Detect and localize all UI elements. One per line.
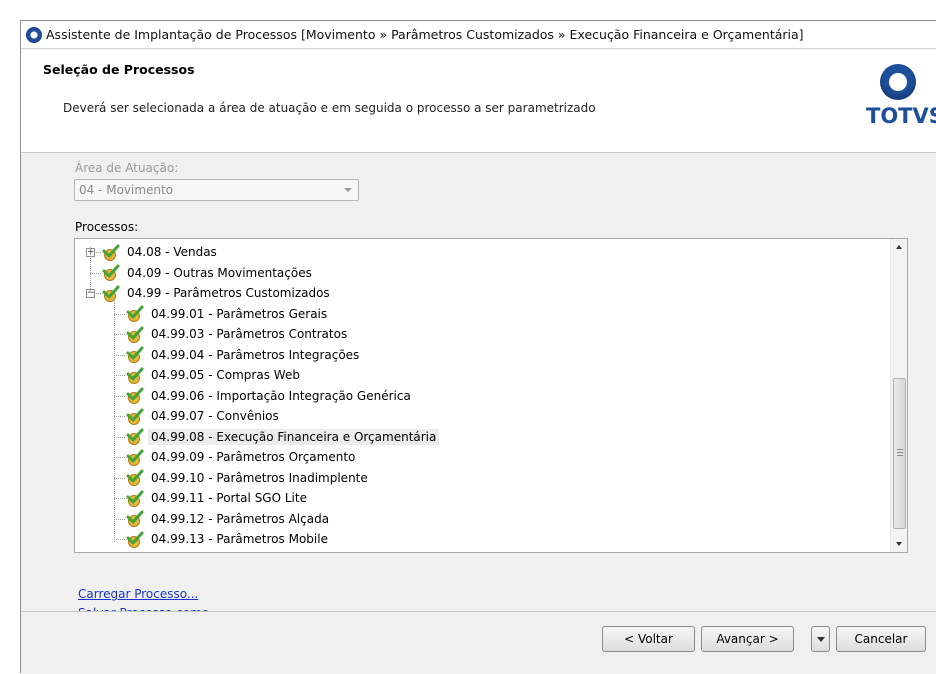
- tree-item-label: 04.99.08 - Execução Financeira e Orçamen…: [148, 428, 440, 445]
- checked-folder-icon[interactable]: [125, 346, 145, 363]
- tree-scrollbar[interactable]: [890, 239, 907, 552]
- tree-item-label: 04.09 - Outras Movimentações: [127, 265, 312, 280]
- checked-folder-icon[interactable]: [125, 531, 145, 548]
- wizard-window: Assistente de Implantação de Processos […: [20, 20, 936, 674]
- totvs-logo: TOTVS: [864, 64, 936, 140]
- page-title: Seleção de Processos: [43, 62, 195, 77]
- tree-item-label: 04.99.04 - Parâmetros Integrações: [151, 347, 360, 362]
- next-button[interactable]: Avançar >: [701, 626, 794, 652]
- tree-connector: [90, 272, 101, 274]
- tree-item[interactable]: 04.99.08 - Execução Financeira e Orçamen…: [125, 427, 440, 447]
- scroll-down-arrow-icon[interactable]: [891, 536, 907, 552]
- load-process-link[interactable]: Carregar Processo...: [78, 587, 198, 601]
- checked-folder-icon[interactable]: [125, 387, 145, 404]
- window-title: Assistente de Implantação de Processos […: [46, 27, 804, 42]
- tree-item-label: 04.08 - Vendas: [127, 245, 217, 259]
- checked-folder-icon[interactable]: [125, 469, 145, 486]
- area-select[interactable]: 04 - Movimento: [74, 179, 359, 201]
- tree-connector: [114, 498, 125, 499]
- tree-connector: [114, 299, 115, 542]
- wizard-content: Área de Atuação: 04 - Movimento Processo…: [21, 154, 936, 620]
- tree-item-label: 04.99.10 - Parâmetros Inadimplente: [151, 470, 368, 485]
- wizard-footer: < Voltar Avançar > Cancelar: [21, 611, 936, 674]
- tree-connector: [114, 518, 125, 520]
- tree-item[interactable]: 04.99.05 - Compras Web: [125, 365, 303, 385]
- logo-ring-icon: [880, 64, 916, 100]
- title-bar: Assistente de Implantação de Processos […: [21, 21, 936, 49]
- tree-item-label: 04.99.01 - Parâmetros Gerais: [151, 306, 328, 321]
- app-icon: [26, 26, 42, 43]
- tree-connector: [114, 313, 125, 315]
- tree-item-label: 04.99.03 - Parâmetros Contratos: [151, 327, 348, 341]
- cancel-button[interactable]: Cancelar: [836, 626, 926, 652]
- back-button[interactable]: < Voltar: [602, 626, 695, 652]
- tree-item-label: 04.99.09 - Parâmetros Orçamento: [151, 450, 356, 464]
- checked-folder-icon[interactable]: [101, 244, 121, 261]
- area-label: Área de Atuação:: [75, 161, 179, 175]
- tree-item[interactable]: 04.99.07 - Convênios: [125, 406, 282, 426]
- tree-item[interactable]: 04.99.12 - Parâmetros Alçada: [125, 509, 332, 529]
- tree-item-label: 04.99 - Parâmetros Customizados: [127, 286, 330, 300]
- tree-connector: [114, 395, 125, 397]
- tree-item[interactable]: 04.08 - Vendas: [101, 242, 220, 262]
- process-tree[interactable]: +04.08 - Vendas 04.09 - Outras Movimentaç…: [74, 238, 908, 553]
- tree-item[interactable]: 04.99.10 - Parâmetros Inadimplente: [125, 468, 371, 488]
- checked-folder-icon[interactable]: [101, 264, 121, 281]
- next-dropdown-button[interactable]: [811, 626, 830, 652]
- checked-folder-icon[interactable]: [125, 305, 145, 322]
- tree-item-label: 04.99.07 - Convênios: [151, 409, 279, 423]
- checked-folder-icon[interactable]: [125, 408, 145, 425]
- tree-item-label: 04.99.12 - Parâmetros Alçada: [151, 511, 330, 526]
- tree-connector: [114, 354, 125, 356]
- chevron-down-icon: [344, 188, 352, 192]
- tree-item[interactable]: 04.99 - Parâmetros Customizados: [101, 283, 333, 303]
- checked-folder-icon[interactable]: [101, 285, 121, 302]
- processes-label: Processos:: [75, 220, 139, 234]
- wizard-header: Seleção de Processos Deverá ser selecion…: [21, 50, 936, 153]
- tree-connector: [114, 375, 125, 376]
- logo-text: TOTVS: [866, 104, 936, 128]
- tree-item-label: 04.99.11 - Portal SGO Lite: [151, 491, 307, 505]
- tree-connector: [114, 334, 125, 335]
- scroll-thumb[interactable]: [893, 378, 906, 529]
- tree-item[interactable]: 04.99.06 - Importação Integração Genéric…: [125, 386, 414, 406]
- page-description: Deverá ser selecionada a área de atuação…: [63, 101, 596, 115]
- area-selected-value: 04 - Movimento: [79, 183, 174, 197]
- tree-item[interactable]: 04.99.13 - Parâmetros Mobile: [125, 529, 331, 549]
- checked-folder-icon[interactable]: [125, 367, 145, 384]
- tree-item-label: 04.99.13 - Parâmetros Mobile: [151, 532, 328, 546]
- tree-item[interactable]: 04.99.01 - Parâmetros Gerais: [125, 304, 330, 324]
- tree-item[interactable]: 04.09 - Outras Movimentações: [101, 263, 315, 283]
- checked-folder-icon[interactable]: [125, 326, 145, 343]
- checked-folder-icon[interactable]: [125, 428, 145, 445]
- tree-connector: [114, 539, 125, 540]
- tree-item[interactable]: 04.99.09 - Parâmetros Orçamento: [125, 447, 358, 467]
- tree-connector: [114, 457, 125, 458]
- tree-item-label: 04.99.05 - Compras Web: [151, 368, 300, 382]
- grip-icon: [897, 449, 903, 456]
- tree-connector: [114, 477, 125, 479]
- checked-folder-icon[interactable]: [125, 449, 145, 466]
- tree-connector: [114, 436, 125, 438]
- checked-folder-icon[interactable]: [125, 510, 145, 527]
- tree-item[interactable]: 04.99.04 - Parâmetros Integrações: [125, 345, 362, 365]
- tree-item[interactable]: 04.99.11 - Portal SGO Lite: [125, 488, 310, 508]
- checked-folder-icon[interactable]: [125, 490, 145, 507]
- scroll-up-arrow-icon[interactable]: [891, 239, 907, 255]
- tree-item[interactable]: 04.99.03 - Parâmetros Contratos: [125, 324, 350, 344]
- tree-connector: [114, 416, 125, 417]
- tree-item-label: 04.99.06 - Importação Integração Genéric…: [151, 388, 411, 403]
- tree-connector: [90, 247, 91, 293]
